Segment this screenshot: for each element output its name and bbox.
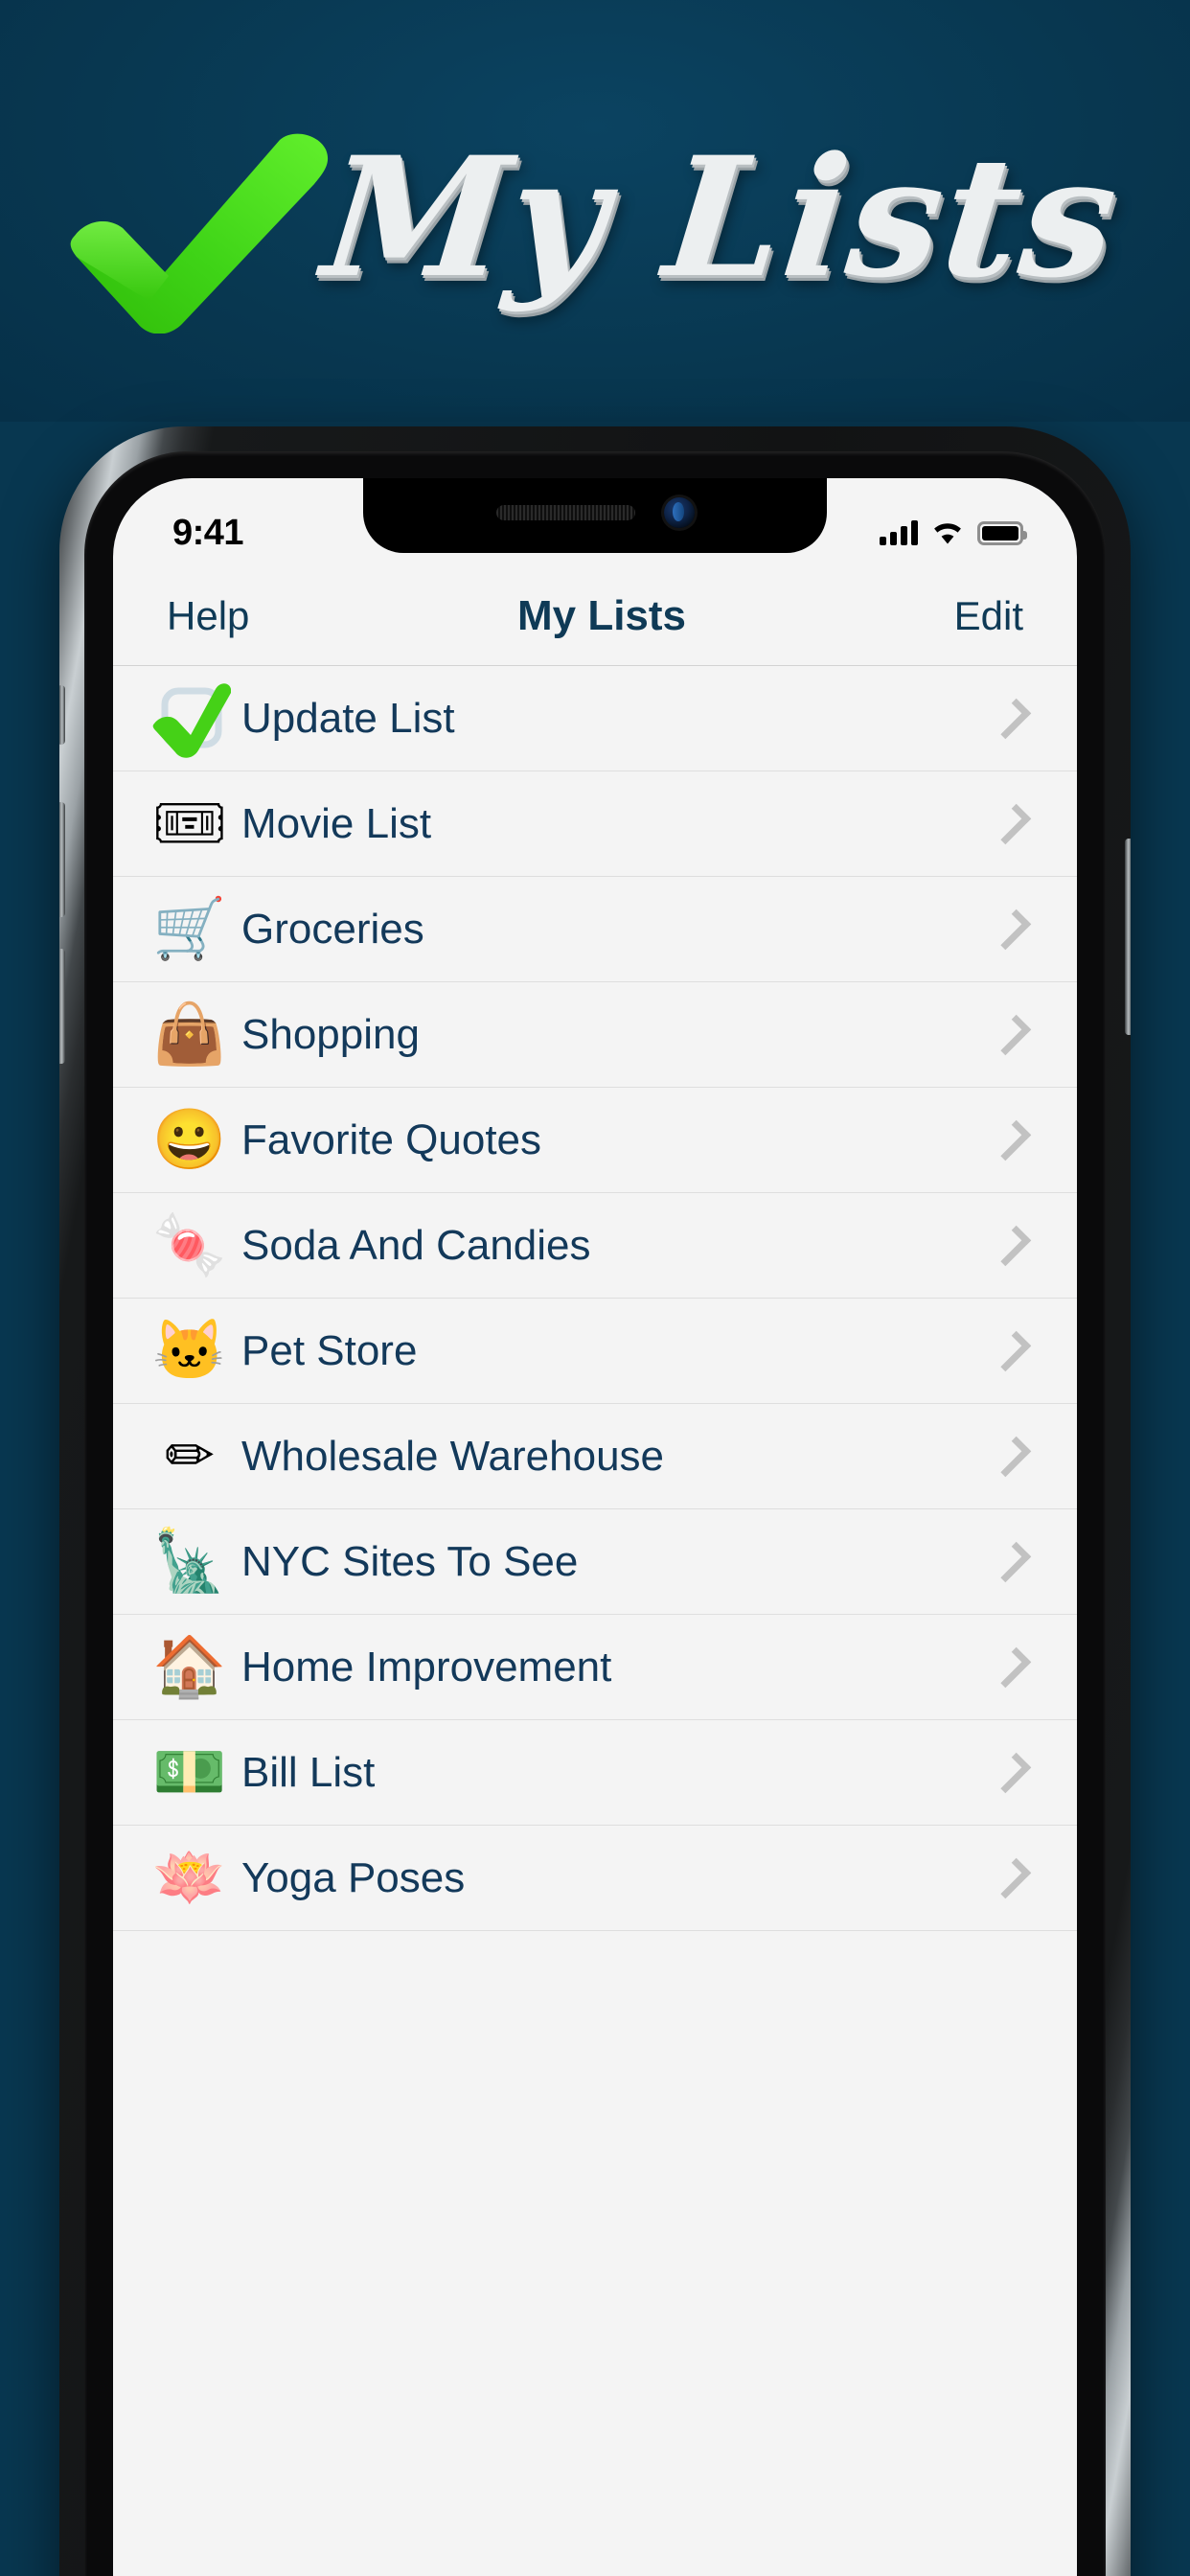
list-row[interactable]: ✏ Wholesale Warehouse [113,1404,1077,1509]
list-row[interactable]: 🍬 Soda And Candies [113,1193,1077,1299]
list-row-label: Soda And Candies [241,1221,591,1269]
front-camera-icon [663,497,695,528]
power-button[interactable] [1125,839,1131,1035]
lotus-icon: 🪷 [152,1844,227,1911]
phone-screen: 9:41 Help My Lists Edit Update List 🎟 Movi… [113,478,1077,2576]
status-time: 9:41 [172,512,244,553]
list-row[interactable]: 🪷 Yoga Poses [113,1826,1077,1931]
wifi-icon [934,523,961,544]
list-row-label: Groceries [241,905,424,953]
green-check-icon [57,132,335,334]
candy-icon: 🍬 [152,1211,227,1278]
list-row[interactable]: 🐱 Pet Store [113,1299,1077,1404]
list-row[interactable]: Update List [113,666,1077,771]
shopping-cart-icon: 🛒 [152,895,227,962]
pencil-icon: ✏ [165,1422,215,1489]
list-row-label: Shopping [241,1010,420,1058]
shopping-bag-icon: 👜 [152,1000,227,1068]
phone-mockup: 9:41 Help My Lists Edit Update List 🎟 Movi… [59,426,1131,2576]
list-row[interactable]: 🎟 Movie List [113,771,1077,877]
help-button[interactable]: Help [167,593,249,639]
signal-bars-icon [880,520,918,545]
grinning-face-icon: 😀 [152,1106,227,1173]
list-row-label: Bill List [241,1748,376,1796]
list-row-label: Wholesale Warehouse [241,1432,665,1480]
volume-up-button[interactable] [59,802,65,917]
list-row-label: NYC Sites To See [241,1537,579,1585]
list-row-label: Pet Store [241,1326,418,1374]
list-row[interactable]: 🏠 Home Improvement [113,1615,1077,1720]
list-row-label: Home Improvement [241,1643,612,1690]
list-row[interactable]: 👜 Shopping [113,982,1077,1088]
app-title: My Lists [315,120,1128,314]
list-row[interactable]: 🗽 NYC Sites To See [113,1509,1077,1615]
battery-full-icon [977,520,1027,545]
list-row[interactable]: 😀 Favorite Quotes [113,1088,1077,1193]
volume-down-button[interactable] [59,949,65,1064]
app-logo: My Lists [57,115,1131,334]
lists-table[interactable]: Update List 🎟 Movie List 🛒 Groceries 👜 Shoppin… [113,666,1077,2576]
ticket-icon: 🎟 [151,790,228,857]
cat-face-icon: 🐱 [152,1317,227,1384]
list-row-label: Update List [241,694,455,742]
list-row[interactable]: 🛒 Groceries [113,877,1077,982]
money-icon: 💵 [152,1738,227,1806]
house-icon: 🏠 [152,1633,227,1700]
list-row-label: Movie List [241,799,432,847]
edit-button[interactable]: Edit [954,593,1023,639]
navigation-bar: Help My Lists Edit [113,566,1077,666]
list-row-label: Yoga Poses [241,1853,466,1901]
earpiece-speaker-icon [495,505,635,520]
app-header-banner: My Lists [0,0,1190,422]
list-row-label: Favorite Quotes [241,1116,542,1163]
green-check-box-icon [142,671,238,767]
list-row[interactable]: 💵 Bill List [113,1720,1077,1826]
statue-of-liberty-icon: 🗽 [152,1528,227,1595]
phone-notch [363,478,827,553]
mute-switch[interactable] [59,685,65,745]
page-title: My Lists [516,591,687,639]
